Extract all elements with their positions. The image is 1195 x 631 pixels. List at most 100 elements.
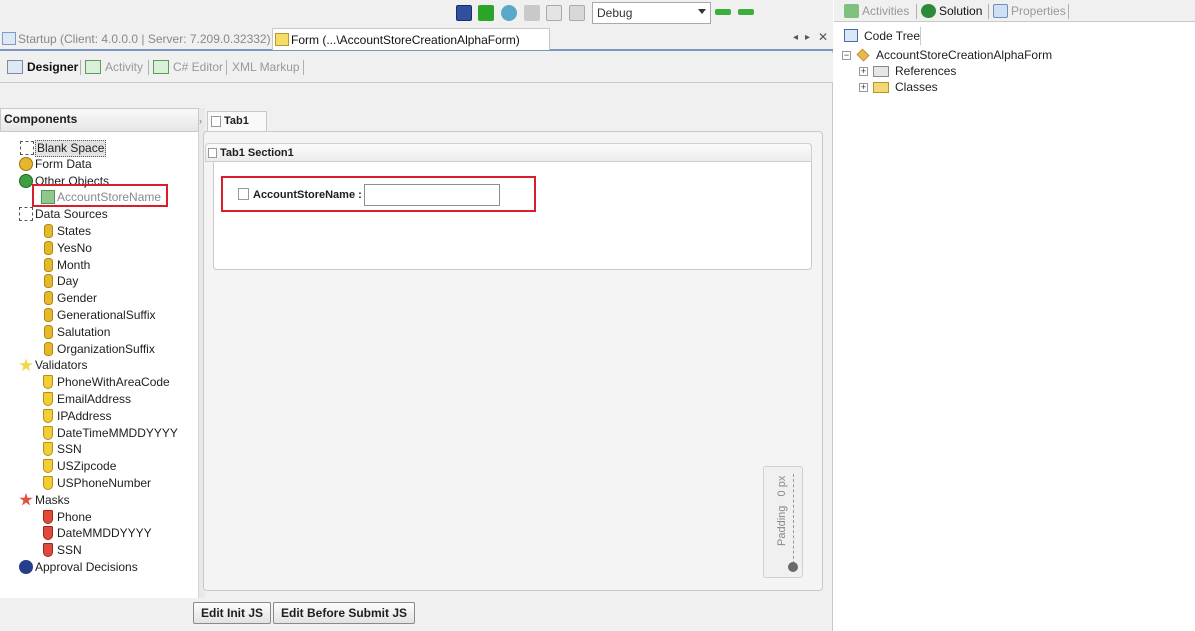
component-item[interactable]: Masks <box>19 492 70 508</box>
component-item[interactable]: EmailAddress <box>43 392 132 407</box>
tree-item-references[interactable]: References <box>895 64 956 78</box>
configuration-select-value: Debug <box>597 6 633 20</box>
padding-slider-knob[interactable] <box>788 562 798 572</box>
component-item[interactable]: SSN <box>43 543 82 558</box>
padding-slider-track[interactable] <box>793 474 797 564</box>
component-item-label: Month <box>57 257 91 272</box>
tab-separator <box>916 4 917 19</box>
component-item-label: USZipcode <box>57 459 117 474</box>
database-icon <box>44 324 53 339</box>
component-item[interactable]: Day <box>44 274 79 289</box>
validate-icon[interactable] <box>478 5 494 21</box>
component-item-label: Salutation <box>57 324 111 339</box>
validator-shield-icon <box>43 408 53 423</box>
tab-separator <box>148 60 149 75</box>
component-item[interactable]: YesNo <box>44 240 92 256</box>
component-item[interactable]: GenerationalSuffix <box>44 308 156 323</box>
chevron-down-icon <box>698 9 706 14</box>
component-item-label: Form Data <box>35 156 92 171</box>
tab-code-tree-label: Code Tree <box>864 29 921 43</box>
component-item[interactable]: Gender <box>44 291 97 306</box>
component-item[interactable]: Phone <box>43 509 92 525</box>
tab-activity[interactable]: Activity <box>85 60 143 74</box>
tab-properties[interactable]: Properties <box>993 4 1066 18</box>
close-icon[interactable]: ✕ <box>818 30 828 44</box>
run-icon[interactable] <box>501 5 517 21</box>
collapse-toggle-icon[interactable]: − <box>842 51 851 60</box>
edit-init-js-button[interactable]: Edit Init JS <box>193 602 272 624</box>
component-item-label: OrganizationSuffix <box>57 341 155 356</box>
component-item[interactable]: OrganizationSuffix <box>44 341 155 357</box>
tab-designer[interactable]: Designer <box>7 60 78 74</box>
component-item[interactable]: Month <box>44 257 91 273</box>
tab-form-label: Form (...\AccountStoreCreationAlphaForm) <box>291 33 520 47</box>
tab-form[interactable]: Form (...\AccountStoreCreationAlphaForm) <box>272 28 550 50</box>
expand-toggle-icon[interactable]: + <box>859 83 868 92</box>
code-icon <box>153 60 169 74</box>
database-icon <box>44 308 53 322</box>
edit-before-submit-js-button[interactable]: Edit Before Submit JS <box>273 602 416 624</box>
validator-shield-icon <box>43 375 53 390</box>
back-arrow-icon[interactable] <box>715 9 731 15</box>
component-item-label: Approval Decisions <box>35 560 138 574</box>
tab-code-tree[interactable]: Code Tree <box>837 27 921 45</box>
component-item[interactable]: IPAddress <box>43 408 112 424</box>
tab-xml-markup[interactable]: XML Markup <box>212 60 300 74</box>
padding-label-text: Padding <box>776 505 788 546</box>
tab-xml-label: XML Markup <box>232 60 300 74</box>
section-header[interactable]: Tab1 Section1 <box>205 143 812 162</box>
scroll-right-icon[interactable]: ▸ <box>805 32 810 43</box>
forward-arrow-icon[interactable] <box>738 9 754 15</box>
designer-tab-strip: Designer Activity C# Editor XML Markup <box>0 53 833 83</box>
component-item[interactable]: States <box>44 224 92 239</box>
tab-separator <box>80 60 81 75</box>
tab-activity-label: Activity <box>105 60 144 74</box>
tree-root[interactable]: AccountStoreCreationAlphaForm <box>876 48 1052 62</box>
tab-separator <box>1068 4 1069 19</box>
component-item-label: DateMMDDYYYY <box>57 526 152 541</box>
collapse-arrow-icon[interactable]: › <box>199 116 202 126</box>
component-item[interactable]: Data Sources <box>19 207 108 222</box>
tab-separator <box>303 60 304 75</box>
component-item[interactable]: Validators <box>19 358 87 373</box>
component-item[interactable]: DateTimeMMDDYYYY <box>43 425 178 441</box>
component-item-label: EmailAddress <box>57 392 132 406</box>
component-item-label: Day <box>57 274 79 289</box>
tab-startup[interactable]: Startup (Client: 4.0.0.0 | Server: 7.209… <box>0 28 277 50</box>
paste-icon[interactable] <box>569 5 585 21</box>
tree-item-classes[interactable]: Classes <box>895 80 938 94</box>
tab-activities-label: Activities <box>862 4 910 18</box>
form-tab-label: Tab1 <box>224 115 249 127</box>
component-item-label: YesNo <box>57 240 92 255</box>
tab-solution-label: Solution <box>939 4 983 18</box>
component-item[interactable]: Form Data <box>19 156 92 172</box>
components-header: Components <box>0 108 199 132</box>
solution-panel <box>834 0 1195 631</box>
component-item[interactable]: USPhoneNumber <box>43 476 151 491</box>
form-tab-1[interactable]: Tab1 <box>207 111 267 131</box>
configuration-select[interactable]: Debug <box>592 2 711 24</box>
component-item[interactable]: Salutation <box>44 324 111 340</box>
component-item[interactable]: USZipcode <box>43 459 117 474</box>
code-tree-icon <box>844 29 858 42</box>
component-item-label: IPAddress <box>57 408 112 423</box>
stop-icon[interactable] <box>524 5 540 21</box>
component-item[interactable]: SSN <box>43 442 82 457</box>
expand-toggle-icon[interactable]: + <box>859 67 868 76</box>
tab-solution[interactable]: Solution <box>921 4 982 18</box>
padding-label: Padding 0 px <box>776 476 788 546</box>
component-item-label: Masks <box>35 492 70 507</box>
scroll-left-icon[interactable]: ◂ <box>793 32 798 43</box>
component-item[interactable]: PhoneWithAreaCode <box>43 375 170 390</box>
component-item[interactable]: DateMMDDYYYY <box>43 526 152 541</box>
database-icon <box>44 224 53 238</box>
document-tab-strip: Startup (Client: 4.0.0.0 | Server: 7.209… <box>0 27 833 51</box>
component-item[interactable]: Approval Decisions <box>19 560 138 575</box>
tab-activities[interactable]: Activities <box>844 4 909 18</box>
component-item-label: States <box>57 224 92 238</box>
validator-shield-icon <box>43 425 53 440</box>
component-item[interactable]: Blank Space <box>20 140 107 157</box>
copy-icon[interactable] <box>546 5 562 21</box>
save-icon[interactable] <box>456 5 472 21</box>
edit-icon <box>211 116 221 127</box>
